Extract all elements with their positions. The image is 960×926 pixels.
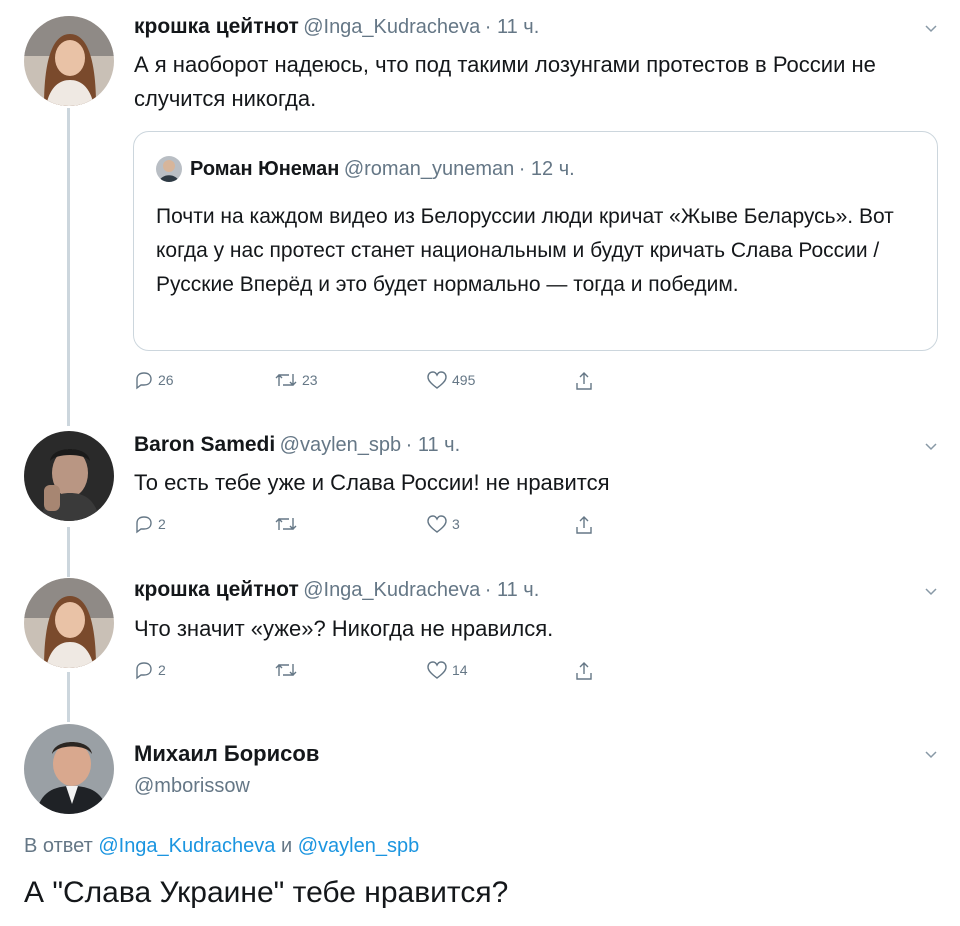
tweet-time[interactable]: · 11 ч. xyxy=(485,579,540,601)
reply-icon xyxy=(136,662,152,680)
tweet-time[interactable]: · 11 ч. xyxy=(485,16,540,38)
retweet-icon xyxy=(275,664,297,676)
retweet-button[interactable]: 23 xyxy=(274,370,318,390)
chevron-down-icon[interactable] xyxy=(924,585,938,599)
share-icon xyxy=(576,662,592,680)
heart-icon xyxy=(427,515,447,533)
tweet-actions: 26 23 495 xyxy=(134,370,614,394)
author-handle[interactable]: @Inga_Kudracheva xyxy=(303,579,480,601)
quoted-tweet[interactable]: Роман Юнеман @roman_yuneman · 12 ч. Почт… xyxy=(133,131,938,351)
author-name[interactable]: крошка цейтнот xyxy=(134,15,299,38)
like-button[interactable]: 495 xyxy=(426,370,475,390)
like-count: 3 xyxy=(452,516,460,532)
chevron-down-icon[interactable] xyxy=(924,22,938,36)
quoted-author-name: Роман Юнеман xyxy=(190,158,340,180)
tweet-text: То есть тебе уже и Слава России! не нрав… xyxy=(134,470,610,495)
share-icon xyxy=(576,372,592,390)
reply-icon xyxy=(136,516,152,534)
like-count: 495 xyxy=(452,372,476,388)
retweet-icon xyxy=(275,518,297,530)
retweet-button[interactable] xyxy=(274,660,302,680)
share-button[interactable] xyxy=(574,514,594,536)
quoted-tweet-text: Почти на каждом видео из Белоруссии люди… xyxy=(156,205,894,296)
retweet-button[interactable] xyxy=(274,514,302,534)
avatar[interactable] xyxy=(24,578,114,668)
reply-button[interactable]: 2 xyxy=(134,660,166,680)
reply-and: и xyxy=(280,835,293,857)
like-count: 14 xyxy=(452,662,468,678)
quoted-tweet-time: · 12 ч. xyxy=(518,158,575,180)
heart-icon xyxy=(427,371,447,389)
author-handle[interactable]: @Inga_Kudracheva xyxy=(303,16,480,38)
avatar[interactable] xyxy=(24,431,114,521)
reply-count: 26 xyxy=(158,372,174,388)
reply-button[interactable]: 26 xyxy=(134,370,174,390)
quoted-author-handle: @roman_yuneman xyxy=(343,158,515,180)
avatar[interactable] xyxy=(24,16,114,106)
retweet-icon xyxy=(275,374,297,386)
author-name[interactable]: крошка цейтнот xyxy=(134,578,299,601)
retweet-count: 23 xyxy=(302,372,318,388)
reply-to-link[interactable]: @vaylen_spb xyxy=(298,835,419,857)
reply-count: 2 xyxy=(158,662,166,678)
like-button[interactable]: 14 xyxy=(426,660,468,680)
chevron-down-icon[interactable] xyxy=(924,748,938,762)
like-button[interactable]: 3 xyxy=(426,514,460,534)
tweet-text: Что значит «уже»? Никогда не нравился. xyxy=(134,616,554,641)
thread-line xyxy=(67,108,70,426)
share-button[interactable] xyxy=(574,660,594,682)
thread-line xyxy=(67,527,70,577)
tweet-text: А я наоборот надеюсь, что под такими лоз… xyxy=(134,52,876,111)
reply-icon xyxy=(136,372,152,390)
share-icon xyxy=(576,516,592,534)
author-name[interactable]: Baron Samedi xyxy=(134,433,275,456)
reply-button[interactable]: 2 xyxy=(134,514,166,534)
thread-line xyxy=(67,672,70,722)
reply-count: 2 xyxy=(158,516,166,532)
share-button[interactable] xyxy=(574,370,594,392)
avatar[interactable] xyxy=(24,724,114,814)
tweet-actions: 2 3 xyxy=(134,514,614,538)
author-handle[interactable]: @mborissow xyxy=(134,775,250,798)
author-handle[interactable]: @vaylen_spb xyxy=(280,434,401,456)
reply-context: В ответ @Inga_Kudracheva и @vaylen_spb xyxy=(24,835,419,858)
tweet-time[interactable]: · 11 ч. xyxy=(406,434,461,456)
main-tweet-text: А "Слава Украине" тебе нравится? xyxy=(24,876,509,909)
avatar[interactable] xyxy=(156,156,182,182)
author-name[interactable]: Михаил Борисов xyxy=(134,741,319,767)
heart-icon xyxy=(427,661,447,679)
chevron-down-icon[interactable] xyxy=(924,440,938,454)
reply-prefix: В ответ xyxy=(24,835,93,857)
reply-to-link[interactable]: @Inga_Kudracheva xyxy=(98,835,275,857)
tweet-actions: 2 14 xyxy=(134,660,614,684)
